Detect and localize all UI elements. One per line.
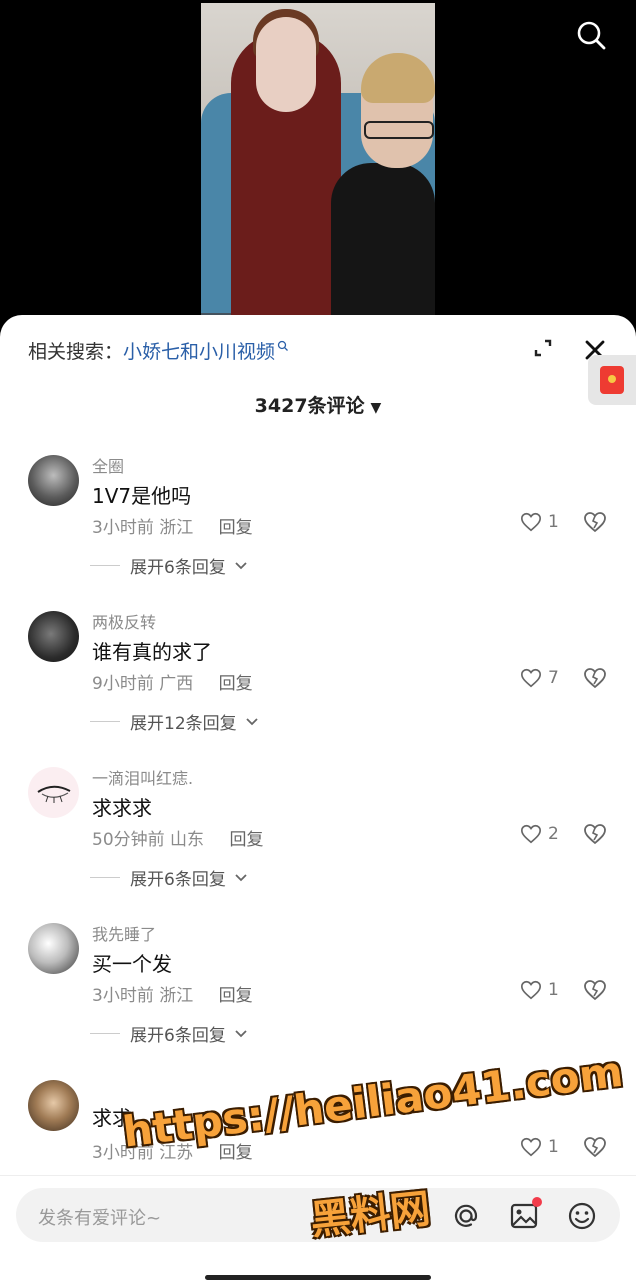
at-mention-icon[interactable] bbox=[450, 1200, 482, 1232]
related-search-label: 相关搜索： bbox=[28, 341, 124, 363]
comment-text: 求求 bbox=[92, 1106, 132, 1130]
comment-time: 3小时前 bbox=[92, 986, 154, 1006]
comment-username[interactable]: 一滴泪叫红痣. bbox=[92, 765, 193, 789]
like-count: 7 bbox=[548, 668, 559, 688]
comment-time: 3小时前 bbox=[92, 518, 154, 538]
comment-meta: 50分钟前 山东 回复 bbox=[92, 825, 263, 850]
broken-heart-icon[interactable] bbox=[583, 823, 607, 845]
comment-text: 求求求 bbox=[92, 796, 152, 820]
like-button[interactable]: 1 bbox=[520, 979, 559, 1001]
comment-text: 1V7是他吗 bbox=[92, 484, 192, 508]
search-icon[interactable] bbox=[574, 18, 608, 52]
like-button[interactable]: 7 bbox=[520, 667, 559, 689]
expand-replies-button[interactable]: 展开6条回复 bbox=[90, 1021, 248, 1046]
like-button[interactable]: 1 bbox=[520, 511, 559, 533]
divider bbox=[90, 721, 120, 722]
related-search[interactable]: 相关搜索：小娇七和小川视频 bbox=[28, 337, 289, 364]
comment-item: 两极反转 谁有真的求了 9小时前 广西 回复 7 展开12条回复 bbox=[0, 611, 636, 751]
expand-replies-button[interactable]: 展开6条回复 bbox=[90, 865, 248, 890]
comment-meta: 3小时前 浙江 回复 bbox=[92, 981, 253, 1006]
comment-meta: 3小时前 江苏 回复 bbox=[92, 1138, 253, 1163]
video-person-right-hair bbox=[361, 53, 435, 103]
broken-heart-icon[interactable] bbox=[583, 979, 607, 1001]
like-button[interactable]: 1 bbox=[520, 1136, 559, 1158]
heart-icon bbox=[521, 1137, 541, 1157]
reply-button[interactable]: 回复 bbox=[219, 674, 253, 694]
comment-username[interactable]: 两极反转 bbox=[92, 609, 156, 633]
avatar-eye-drawing bbox=[37, 785, 71, 803]
comment-meta: 3小时前 浙江 回复 bbox=[92, 513, 253, 538]
comment-count-text: 3427条评论 bbox=[254, 395, 365, 417]
video-player[interactable] bbox=[0, 0, 636, 330]
comment-text: 谁有真的求了 bbox=[92, 640, 212, 664]
expand-replies-label: 展开12条回复 bbox=[130, 714, 237, 734]
like-count: 2 bbox=[548, 824, 559, 844]
notification-dot bbox=[532, 1197, 542, 1207]
comment-time: 50分钟前 bbox=[92, 830, 165, 850]
expand-replies-button[interactable]: 展开6条回复 bbox=[90, 553, 248, 578]
broken-heart-icon[interactable] bbox=[583, 667, 607, 689]
emoji-icon[interactable] bbox=[566, 1200, 598, 1232]
expand-replies-label: 展开6条回复 bbox=[130, 870, 226, 890]
video-frame[interactable] bbox=[201, 3, 435, 330]
reply-button[interactable]: 回复 bbox=[219, 986, 253, 1006]
caret-down-icon: ▼ bbox=[370, 400, 382, 416]
red-packet-icon bbox=[600, 366, 624, 394]
comment-input[interactable]: 发条有爱评论~ bbox=[16, 1188, 620, 1242]
video-person-right-glasses bbox=[364, 121, 434, 139]
broken-heart-icon[interactable] bbox=[583, 511, 607, 533]
reply-button[interactable]: 回复 bbox=[219, 1143, 253, 1163]
related-search-link[interactable]: 小娇七和小川视频 bbox=[123, 341, 275, 363]
divider bbox=[90, 877, 120, 878]
home-indicator[interactable] bbox=[205, 1275, 431, 1280]
comment-time: 3小时前 bbox=[92, 1143, 154, 1163]
comment-location: 山东 bbox=[170, 830, 205, 850]
comment-time: 9小时前 bbox=[92, 674, 154, 694]
reply-button[interactable]: 回复 bbox=[229, 830, 263, 850]
chevron-down-icon bbox=[246, 717, 258, 725]
small-search-icon bbox=[277, 340, 288, 351]
comment-count[interactable]: 3427条评论 ▼ bbox=[0, 391, 636, 418]
chevron-down-icon bbox=[235, 561, 247, 569]
expand-replies-button[interactable]: 展开12条回复 bbox=[90, 709, 259, 734]
comment-text: 买一个发 bbox=[92, 952, 172, 976]
divider bbox=[90, 565, 120, 566]
heart-icon bbox=[521, 512, 541, 532]
video-person-left-head bbox=[256, 17, 316, 112]
chevron-down-icon bbox=[235, 1029, 247, 1037]
like-button[interactable]: 2 bbox=[520, 823, 559, 845]
avatar[interactable] bbox=[28, 611, 79, 662]
fullscreen-icon[interactable] bbox=[530, 335, 556, 361]
divider bbox=[90, 1033, 120, 1034]
divider bbox=[0, 1175, 636, 1176]
chevron-down-icon bbox=[235, 873, 247, 881]
expand-replies-label: 展开6条回复 bbox=[130, 558, 226, 578]
heart-icon bbox=[521, 980, 541, 1000]
heart-icon bbox=[521, 668, 541, 688]
comment-location: 浙江 bbox=[159, 986, 194, 1006]
comment-location: 江苏 bbox=[159, 1143, 194, 1163]
comment-item: 一滴泪叫红痣. 求求求 50分钟前 山东 回复 2 展开6条回复 bbox=[0, 767, 636, 907]
heart-icon bbox=[521, 824, 541, 844]
avatar[interactable] bbox=[28, 1080, 79, 1131]
video-person-right bbox=[331, 163, 435, 330]
comment-sheet: 相关搜索：小娇七和小川视频 3427条评论 ▼ 全圈 1V7是他吗 3小时前 浙江… bbox=[0, 315, 636, 1280]
comment-meta: 9小时前 广西 回复 bbox=[92, 669, 253, 694]
avatar[interactable] bbox=[28, 923, 79, 974]
comment-location: 广西 bbox=[159, 674, 194, 694]
comment-location: 浙江 bbox=[159, 518, 194, 538]
like-count: 1 bbox=[548, 512, 559, 532]
like-count: 1 bbox=[548, 980, 559, 1000]
comment-username[interactable]: 全圈 bbox=[92, 453, 124, 477]
avatar[interactable] bbox=[28, 455, 79, 506]
comment-input-placeholder: 发条有爱评论~ bbox=[38, 1208, 162, 1229]
comment-item: 全圈 1V7是他吗 3小时前 浙江 回复 1 展开6条回复 bbox=[0, 455, 636, 595]
like-count: 1 bbox=[548, 1137, 559, 1157]
broken-heart-icon[interactable] bbox=[583, 1136, 607, 1158]
expand-replies-label: 展开6条回复 bbox=[130, 1026, 226, 1046]
comment-username[interactable]: 我先睡了 bbox=[92, 921, 156, 945]
avatar[interactable] bbox=[28, 767, 79, 818]
reply-button[interactable]: 回复 bbox=[219, 518, 253, 538]
comment-item: 我先睡了 买一个发 3小时前 浙江 回复 1 展开6条回复 bbox=[0, 923, 636, 1063]
